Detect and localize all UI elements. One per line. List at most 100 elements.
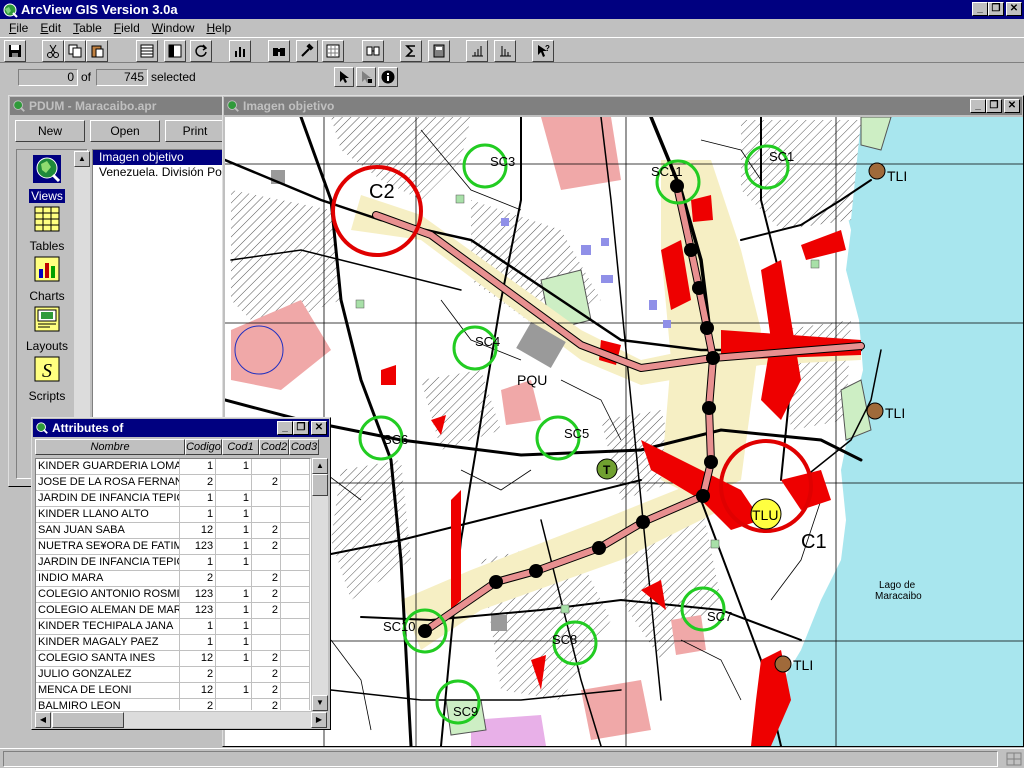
summarize-button[interactable] xyxy=(400,40,422,62)
scroll-thumb[interactable] xyxy=(312,474,328,496)
app-close-button[interactable]: ✕ xyxy=(1006,2,1022,16)
table-cell: 2 xyxy=(252,683,281,698)
attr-close-button[interactable]: ✕ xyxy=(311,421,327,435)
chart-button[interactable] xyxy=(229,40,251,62)
select-all-button[interactable] xyxy=(164,40,186,62)
vertex-edit-tool[interactable] xyxy=(356,67,376,87)
copy-button[interactable] xyxy=(64,40,86,62)
selected-label: selected xyxy=(151,70,196,84)
column-header-cod2[interactable]: Cod2 xyxy=(259,439,289,455)
table-row[interactable]: JARDIN DE INFANCIA TEPICHIA11 xyxy=(36,555,310,571)
sort-descending-button[interactable] xyxy=(494,40,516,62)
refresh-button[interactable] xyxy=(190,40,212,62)
column-header-nombre[interactable]: Nombre xyxy=(35,439,185,455)
menu-field[interactable]: Field xyxy=(108,21,146,35)
table-row[interactable]: JARDIN DE INFANCIA TEPICHIA11 xyxy=(36,491,310,507)
tli-marker xyxy=(774,655,792,673)
pointer-tool[interactable] xyxy=(334,67,354,87)
menu-window[interactable]: Window xyxy=(146,21,201,35)
menu-bar: File Edit Table Field Window Help xyxy=(0,19,1024,37)
scroll-right-button[interactable]: ▶ xyxy=(311,712,327,728)
view-window-title-bar[interactable]: Imagen objetivo _ ❐ ✕ xyxy=(224,97,1022,115)
doctype-scripts[interactable]: S Scripts xyxy=(17,354,77,403)
resize-grip-icon[interactable] xyxy=(1006,752,1022,766)
label-c2: C2 xyxy=(369,181,395,203)
attr-minimize-button[interactable]: _ xyxy=(277,421,293,435)
print-button[interactable]: Print xyxy=(165,120,225,142)
table-row[interactable]: KINDER LLANO ALTO 1 1 xyxy=(36,507,310,523)
promote-button[interactable] xyxy=(322,40,344,62)
paste-button[interactable] xyxy=(86,40,108,62)
new-button[interactable]: New xyxy=(15,120,85,142)
table-cell: 1 xyxy=(216,539,252,554)
map-canvas[interactable]: SC3 SC1 SC11 C2 SC4 PQU SC6 SC5 T TLU C1… xyxy=(225,117,1023,746)
save-button[interactable] xyxy=(4,40,26,62)
doctype-charts[interactable]: Charts xyxy=(17,254,77,303)
attributes-window-title-bar[interactable]: Attributes of _ ❐ ✕ xyxy=(33,419,329,437)
menu-file[interactable]: File xyxy=(3,21,34,35)
column-header-cod1[interactable]: Cod1 xyxy=(222,439,259,455)
table-row[interactable]: COLEGIO ANTONIO ROSMINI 123 1 2 xyxy=(36,587,310,603)
table-vertical-scrollbar[interactable]: ▲ ▼ xyxy=(312,458,328,711)
table-cell: COLEGIO SANTA INES xyxy=(36,651,181,666)
menu-help[interactable]: Help xyxy=(200,21,237,35)
table-row[interactable]: JULIO GONZALEZ 2 2 xyxy=(36,667,310,683)
menu-edit[interactable]: Edit xyxy=(34,21,67,35)
join-button[interactable] xyxy=(362,40,384,62)
open-button[interactable]: Open xyxy=(90,120,160,142)
table-row[interactable]: MENCA DE LEONI 12 1 2 xyxy=(36,683,310,699)
query-button[interactable] xyxy=(296,40,318,62)
scroll-up-button[interactable]: ▲ xyxy=(312,458,328,474)
table-properties-button[interactable] xyxy=(136,40,158,62)
table-row[interactable]: INDIO MARA 2 2 xyxy=(36,571,310,587)
column-header-cod3[interactable]: Cod3 xyxy=(289,439,319,455)
app-restore-button[interactable]: ❐ xyxy=(988,2,1004,16)
table-row[interactable]: KINDER MAGALY PAEZ 1 1 xyxy=(36,635,310,651)
scroll-thumb[interactable] xyxy=(52,712,124,728)
sort-ascending-button[interactable] xyxy=(466,40,488,62)
table-cell: JARDIN DE INFANCIA TEPICHIA xyxy=(36,491,181,506)
table-cell xyxy=(281,475,310,490)
scroll-down-button[interactable]: ▼ xyxy=(312,695,328,711)
table-row[interactable]: BALMIRO LEON 2 2 xyxy=(36,699,310,710)
map-display[interactable]: SC3 SC1 SC11 C2 SC4 PQU SC6 SC5 T TLU C1… xyxy=(225,117,1023,746)
table-row[interactable]: COLEGIO ALEMAN DE MARACAIBO12312 xyxy=(36,603,310,619)
calculate-button[interactable] xyxy=(428,40,450,62)
table-row[interactable]: KINDER TECHIPALA JANA 1 1 xyxy=(36,619,310,635)
column-header-codigo[interactable]: Codigo xyxy=(185,439,222,455)
doc-item[interactable]: Venezuela. División Política xyxy=(93,165,223,180)
table-row[interactable]: JOSE DE LA ROSA FERNANDEZ22 xyxy=(36,475,310,491)
cut-button[interactable] xyxy=(42,40,64,62)
table-row[interactable]: KINDER GUARDERIA LOMA LINDA11 xyxy=(36,459,310,475)
doctype-tables[interactable]: Tables xyxy=(17,204,77,253)
label-sc10: SC10 xyxy=(383,619,416,634)
doc-item[interactable]: Imagen objetivo xyxy=(93,150,223,165)
find-button[interactable] xyxy=(268,40,290,62)
project-window-title-bar[interactable]: PDUM - Maracaibo.apr xyxy=(10,97,222,115)
table-row[interactable]: SAN JUAN SABA 12 1 2 xyxy=(36,523,310,539)
table-row[interactable]: NUETRA SE¥ORA DE FATIMA 123 1 2 xyxy=(36,539,310,555)
doctype-tables-label: Tables xyxy=(29,239,65,253)
help-pointer-button[interactable]: ? xyxy=(532,40,554,62)
table-cell: KINDER TECHIPALA JANA xyxy=(36,619,181,634)
table-cell: 1 xyxy=(180,555,217,570)
table-horizontal-scrollbar[interactable]: ◀ ▶ xyxy=(35,712,327,728)
table-cell: 1 xyxy=(216,603,252,618)
doctype-views[interactable]: Views xyxy=(17,154,77,203)
app-minimize-button[interactable]: _ xyxy=(972,2,988,16)
view-restore-button[interactable]: ❐ xyxy=(986,99,1002,113)
doctype-layouts[interactable]: Layouts xyxy=(17,304,77,353)
label-sc11: SC11 xyxy=(651,164,683,179)
scroll-left-button[interactable]: ◀ xyxy=(35,712,51,728)
scroll-up-button[interactable]: ▲ xyxy=(74,151,90,167)
table-cell xyxy=(252,491,281,506)
calculate-icon xyxy=(433,44,445,58)
doctype-layouts-label: Layouts xyxy=(25,339,69,353)
table-row[interactable]: COLEGIO SANTA INES 12 1 2 xyxy=(36,651,310,667)
menu-table[interactable]: Table xyxy=(67,21,108,35)
table-cell xyxy=(281,491,310,506)
attr-restore-button[interactable]: ❐ xyxy=(293,421,309,435)
identify-tool[interactable] xyxy=(378,67,398,87)
view-minimize-button[interactable]: _ xyxy=(970,99,986,113)
view-close-button[interactable]: ✕ xyxy=(1004,99,1020,113)
